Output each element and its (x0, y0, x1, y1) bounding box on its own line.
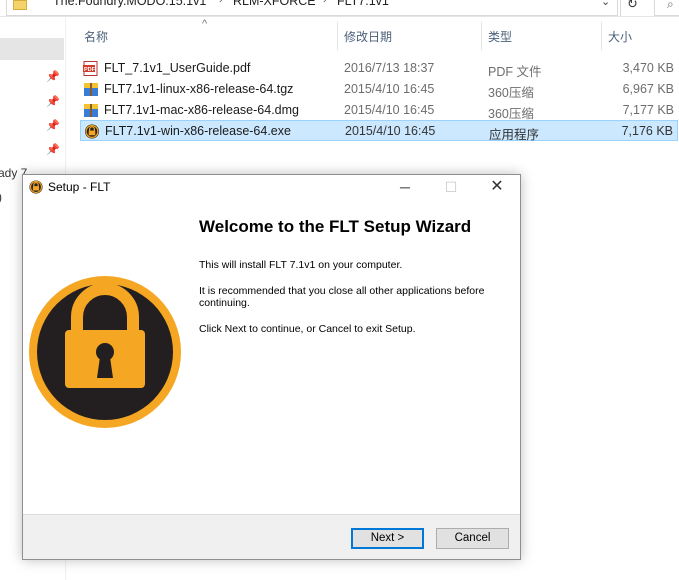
pdf-icon: PDF (83, 61, 98, 76)
nav-selected-item[interactable] (0, 38, 64, 60)
column-header-date[interactable]: 修改日期 (344, 28, 392, 50)
lock-app-icon (84, 124, 100, 139)
file-row[interactable]: PDF FLT_7.1v1_UserGuide.pdf 2016/7/13 18… (80, 58, 678, 79)
dialog-button-bar: Next > Cancel (23, 514, 520, 559)
breadcrumb-item[interactable]: RLM-XFORCE (233, 0, 316, 8)
file-row[interactable]: FLT7.1v1-mac-x86-release-64.dmg 2015/4/1… (80, 100, 678, 121)
archive-icon (84, 83, 98, 96)
column-divider[interactable] (601, 22, 602, 50)
file-row[interactable]: FLT7.1v1-win-x86-release-64.exe 2015/4/1… (80, 120, 678, 142)
file-name: FLT_7.1v1_UserGuide.pdf (104, 61, 251, 75)
breadcrumb-separator: › (323, 0, 327, 6)
svg-text:PDF: PDF (84, 67, 96, 73)
wizard-content: Welcome to the FLT Setup Wizard This wil… (199, 217, 509, 335)
wizard-paragraph: It is recommended that you close all oth… (199, 285, 485, 309)
address-bar: The.Foundry.MODO.15.1v1 › RLM-XFORCE › F… (0, 0, 679, 17)
column-header-type[interactable]: 类型 (488, 28, 512, 50)
dialog-title: Setup - FLT (48, 180, 111, 194)
search-input[interactable]: ⌕ (654, 0, 679, 16)
breadcrumb-item[interactable]: The.Foundry.MODO.15.1v1 (53, 0, 206, 8)
file-type: PDF 文件 (488, 65, 542, 79)
cancel-button[interactable]: Cancel (436, 528, 509, 549)
wizard-paragraph: This will install FLT 7.1v1 on your comp… (199, 259, 403, 271)
file-date: 2015/4/10 16:45 (345, 124, 436, 138)
address-box[interactable]: The.Foundry.MODO.15.1v1 › RLM-XFORCE › F… (6, 0, 618, 16)
file-size: 7,176 KB (621, 124, 673, 138)
file-size: 6,967 KB (622, 82, 674, 96)
pin-icon[interactable]: 📌 (46, 143, 60, 156)
sort-ascending-icon: ^ (202, 18, 208, 30)
file-name: FLT7.1v1-mac-x86-release-64.dmg (104, 103, 299, 117)
pin-icon[interactable]: 📌 (46, 95, 60, 108)
column-header-name[interactable]: 名称 (84, 28, 108, 50)
file-row[interactable]: FLT7.1v1-linux-x86-release-64.tgz 2015/4… (80, 79, 678, 100)
dialog-titlebar[interactable]: Setup - FLT ─ ☐ ✕ (23, 175, 520, 199)
wizard-heading: Welcome to the FLT Setup Wizard (199, 217, 472, 236)
setup-dialog: Setup - FLT ─ ☐ ✕ Welcome to the FLT Set… (22, 174, 521, 560)
large-lock-icon (29, 276, 181, 428)
breadcrumb-separator: › (219, 0, 223, 6)
file-type: 应用程序 (489, 128, 540, 142)
next-button[interactable]: Next > (351, 528, 424, 549)
file-date: 2015/4/10 16:45 (344, 82, 435, 96)
pin-icon[interactable]: 📌 (46, 70, 60, 83)
breadcrumb-item[interactable]: FLT7.1v1 (337, 0, 389, 8)
chevron-down-icon[interactable]: ⌄ (601, 0, 610, 8)
file-size: 3,470 KB (622, 61, 674, 75)
lock-app-icon (29, 180, 43, 194)
close-button[interactable]: ✕ (474, 175, 520, 199)
archive-icon (84, 104, 98, 117)
column-header-size[interactable]: 大小 (608, 28, 632, 50)
wizard-paragraph: Click Next to continue, or Cancel to exi… (199, 323, 416, 335)
file-type: 360压缩 (488, 86, 534, 100)
file-size: 7,177 KB (622, 103, 674, 117)
file-name: FLT7.1v1-linux-x86-release-64.tgz (104, 82, 294, 96)
file-date: 2015/4/10 16:45 (344, 103, 435, 117)
wizard-side-panel (23, 199, 187, 513)
refresh-icon[interactable]: ↻ (620, 0, 644, 16)
column-divider[interactable] (337, 22, 338, 50)
folder-icon (13, 0, 27, 10)
column-divider[interactable] (481, 22, 482, 50)
minimize-button[interactable]: ─ (382, 175, 428, 199)
pin-icon[interactable]: 📌 (46, 119, 60, 132)
maximize-button: ☐ (444, 179, 458, 195)
nav-item-label[interactable]: ) (0, 190, 2, 204)
file-name: FLT7.1v1-win-x86-release-64.exe (105, 124, 291, 138)
search-icon: ⌕ (667, 0, 674, 11)
file-date: 2016/7/13 18:37 (344, 61, 435, 75)
